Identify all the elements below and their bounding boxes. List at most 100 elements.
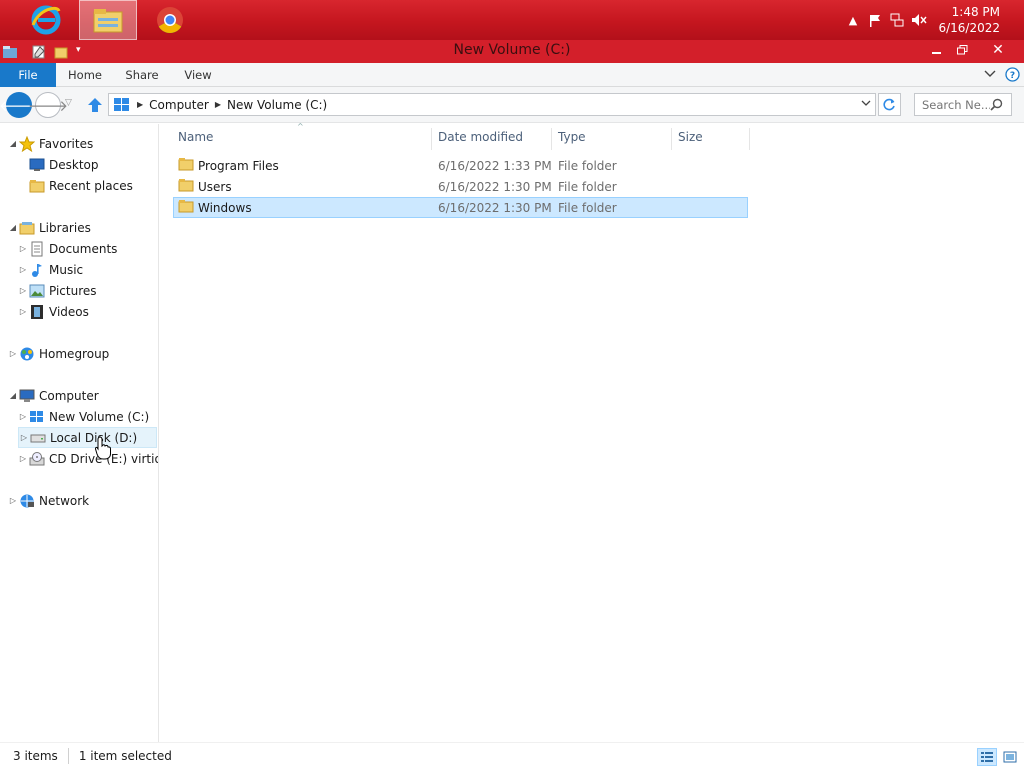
ribbon-tabs: File Home Share View ? <box>0 63 1024 87</box>
tab-share[interactable]: Share <box>114 63 170 87</box>
minimize-icon <box>931 52 941 54</box>
large-icons-view-button[interactable] <box>1000 748 1020 766</box>
file-date: 6/16/2022 1:30 PM <box>438 179 552 194</box>
tree-item-new-volume-c[interactable]: ▷ New Volume (C:) <box>18 406 158 427</box>
new-folder-icon[interactable] <box>54 45 70 59</box>
file-row-users[interactable]: Users 6/16/2022 1:30 PM File folder <box>173 176 748 197</box>
expand-arrow-icon[interactable]: ▷ <box>18 412 28 421</box>
folder-icon <box>178 199 198 216</box>
expand-arrow-icon[interactable]: ▷ <box>18 454 28 463</box>
tree-item-desktop[interactable]: Desktop <box>28 154 158 175</box>
internet-explorer-icon <box>31 5 61 35</box>
breadcrumb-separator-icon[interactable]: ▶ <box>137 100 143 109</box>
close-icon: ✕ <box>992 42 1004 58</box>
action-center-flag-icon[interactable] <box>864 9 886 31</box>
status-bar: 3 items 1 item selected <box>0 742 1024 768</box>
search-box[interactable] <box>914 93 1012 116</box>
tree-item-documents[interactable]: ▷ Documents <box>18 238 158 259</box>
search-input[interactable] <box>922 97 990 112</box>
tree-item-pictures[interactable]: ▷ Pictures <box>18 280 158 301</box>
address-dropdown-icon[interactable] <box>861 98 871 111</box>
expand-arrow-icon[interactable]: ▷ <box>8 349 18 358</box>
navigation-bar: 🡐 🡒 ▽ ▶ Computer ▶ New Volume (C:) <box>0 87 1024 123</box>
close-button[interactable]: ✕ <box>976 40 1020 60</box>
tree-label: Favorites <box>39 136 94 151</box>
window-title-bar[interactable]: New Volume (C:) ▾ ✕ <box>0 40 1024 63</box>
minimize-button[interactable] <box>924 40 948 60</box>
expand-arrow-icon[interactable]: ▷ <box>18 307 28 316</box>
clock[interactable]: 1:48 PM 6/16/2022 <box>930 4 1000 36</box>
tree-label: Local Disk (D:) <box>50 430 138 445</box>
file-type: File folder <box>558 200 617 215</box>
clock-time: 1:48 PM <box>951 5 1000 19</box>
cd-drive-icon <box>28 451 46 467</box>
tab-file[interactable]: File <box>0 63 56 87</box>
tree-homegroup[interactable]: ▷ Homegroup <box>8 343 158 364</box>
expand-arrow-icon[interactable]: ▷ <box>18 286 28 295</box>
recent-places-icon <box>28 178 46 194</box>
arrow-right-icon: 🡒 <box>27 96 69 115</box>
help-icon[interactable]: ? <box>1005 67 1021 83</box>
details-view-button[interactable] <box>977 748 997 766</box>
properties-icon[interactable] <box>32 45 48 59</box>
refresh-button[interactable] <box>878 93 901 116</box>
expand-arrow-icon[interactable]: ▷ <box>19 433 29 442</box>
volume-muted-icon[interactable] <box>908 9 930 31</box>
tab-view[interactable]: View <box>172 63 224 87</box>
tree-favorites[interactable]: ◢ Favorites <box>8 133 158 154</box>
collapse-arrow-icon[interactable]: ◢ <box>8 223 18 232</box>
tree-item-recent-places[interactable]: Recent places <box>28 175 158 196</box>
breadcrumb-new-volume[interactable]: New Volume (C:) <box>227 98 327 112</box>
expand-ribbon-icon[interactable] <box>983 67 997 83</box>
column-header-size[interactable]: Size <box>672 128 750 150</box>
tree-label: Pictures <box>49 283 97 298</box>
show-hidden-icons-icon[interactable]: ▲ <box>842 9 864 31</box>
restore-button[interactable] <box>950 40 974 60</box>
window-menu-icon[interactable] <box>2 45 18 59</box>
column-header-date-modified[interactable]: Date modified <box>432 128 552 150</box>
column-header-type[interactable]: Type <box>552 128 672 150</box>
tree-item-cd-drive-e[interactable]: ▷ CD Drive (E:) virtio-v <box>18 448 158 469</box>
tree-libraries[interactable]: ◢ Libraries <box>8 217 158 238</box>
taskbar-app-internet-explorer[interactable] <box>17 0 75 40</box>
collapse-arrow-icon[interactable]: ◢ <box>8 391 18 400</box>
file-date: 6/16/2022 1:33 PM <box>438 158 552 173</box>
breadcrumb-computer[interactable]: Computer <box>149 98 209 112</box>
tree-label: Recent places <box>49 178 133 193</box>
expand-arrow-icon[interactable]: ▷ <box>18 265 28 274</box>
homegroup-icon <box>18 346 36 362</box>
tree-item-local-disk-d[interactable]: ▷ Local Disk (D:) <box>18 427 157 448</box>
restore-icon <box>956 45 967 55</box>
computer-icon <box>18 388 36 404</box>
clock-date: 6/16/2022 <box>938 21 1000 35</box>
file-row-program-files[interactable]: Program Files 6/16/2022 1:33 PM File fol… <box>173 155 748 176</box>
system-tray: ▲ 1:48 PM 6/16/2022 <box>842 0 1024 40</box>
tree-label: Homegroup <box>39 346 110 361</box>
breadcrumb-separator-icon[interactable]: ▶ <box>215 100 221 109</box>
file-row-windows[interactable]: Windows 6/16/2022 1:30 PM File folder <box>173 197 748 218</box>
recent-locations-dropdown[interactable]: ▽ <box>65 98 77 112</box>
tree-item-videos[interactable]: ▷ Videos <box>18 301 158 322</box>
forward-button[interactable]: 🡒 <box>28 92 68 118</box>
taskbar-app-file-explorer[interactable] <box>79 0 137 40</box>
expand-arrow-icon[interactable]: ▷ <box>8 496 18 505</box>
column-header-name[interactable]: Name <box>172 128 432 150</box>
network-icon[interactable] <box>886 9 908 31</box>
file-type: File folder <box>558 158 617 173</box>
svg-text:?: ? <box>1010 71 1015 81</box>
up-button[interactable] <box>86 96 104 114</box>
taskbar-app-chrome[interactable] <box>141 0 199 40</box>
chrome-icon <box>157 7 183 34</box>
customize-qat-icon[interactable]: ▾ <box>76 45 88 59</box>
desktop-icon <box>28 157 46 173</box>
collapse-arrow-icon[interactable]: ◢ <box>8 139 18 148</box>
expand-arrow-icon[interactable]: ▷ <box>18 244 28 253</box>
tree-computer[interactable]: ◢ Computer <box>8 385 158 406</box>
tab-home[interactable]: Home <box>58 63 112 87</box>
tree-network[interactable]: ▷ Network <box>8 490 158 511</box>
music-icon <box>28 262 46 278</box>
address-bar[interactable]: ▶ Computer ▶ New Volume (C:) <box>108 93 876 116</box>
tree-item-music[interactable]: ▷ Music <box>18 259 158 280</box>
tree-label: Network <box>39 493 90 508</box>
tree-label: Libraries <box>39 220 91 235</box>
